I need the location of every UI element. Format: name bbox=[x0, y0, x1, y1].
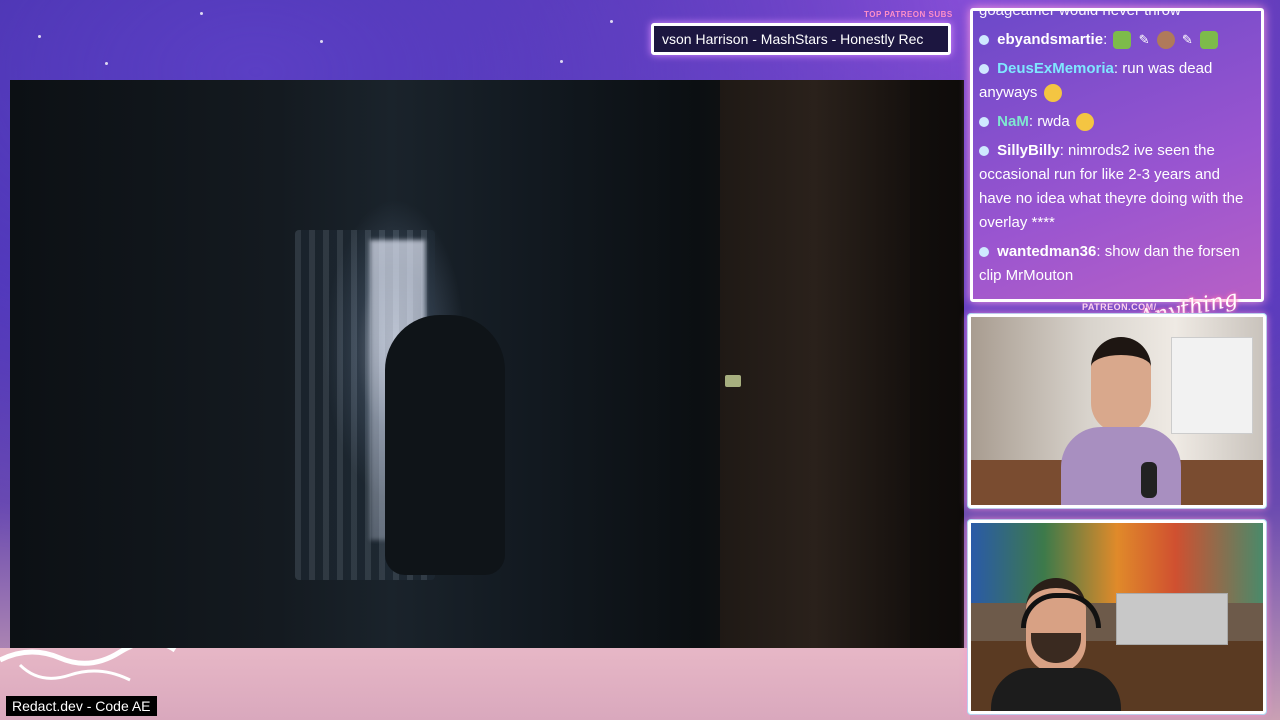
chat-message: DeusExMemoria: run was dead anyways bbox=[979, 60, 1213, 103]
video-scene-door bbox=[720, 80, 910, 648]
emote-icon bbox=[1043, 84, 1062, 103]
ticker-text: vson Harrison - MashStars - Honestly Rec bbox=[662, 31, 924, 47]
streamer-figure bbox=[1061, 337, 1181, 505]
emote-icon bbox=[1113, 31, 1132, 50]
chat-username[interactable]: NaM bbox=[997, 113, 1029, 130]
chat-username[interactable]: DeusExMemoria bbox=[997, 60, 1114, 77]
chat-panel: goageamer would never throw ebyandsmarti… bbox=[970, 8, 1264, 302]
main-video-feed[interactable] bbox=[10, 80, 964, 648]
streamer-head bbox=[1091, 337, 1151, 433]
chat-message: ebyandsmartie: ✎ ✎ bbox=[973, 28, 1261, 52]
background-star bbox=[105, 62, 108, 65]
background-star bbox=[610, 20, 613, 23]
webcam-table bbox=[1116, 593, 1228, 645]
chat-message: NaM: rwda bbox=[973, 110, 1261, 134]
chat-bullet-icon bbox=[979, 35, 989, 46]
chat-bullet-icon bbox=[979, 146, 989, 157]
background-star bbox=[320, 40, 323, 43]
microphone-icon bbox=[1141, 462, 1157, 498]
chat-username[interactable]: SillyBilly bbox=[997, 142, 1060, 159]
chat-username[interactable]: ebyandsmartie bbox=[997, 31, 1103, 48]
webcam-bottom bbox=[968, 520, 1266, 714]
pencil-icon: ✎ bbox=[1138, 32, 1150, 47]
chat-bullet-icon bbox=[979, 247, 989, 258]
chat-username[interactable]: wantedman36 bbox=[997, 243, 1096, 260]
webcam-dresser bbox=[1171, 337, 1253, 434]
background-star bbox=[560, 60, 563, 63]
chat-partial-line: goageamer would never throw bbox=[973, 8, 1261, 23]
ticker-label: TOP PATREON SUBS bbox=[864, 10, 953, 19]
chat-message: SillyBilly: nimrods2 ive seen the occasi… bbox=[979, 142, 1244, 231]
chat-bullet-icon bbox=[979, 64, 989, 75]
chat-message: wantedman36: show dan the forsen clip Mr… bbox=[979, 243, 1240, 284]
emote-icon bbox=[1199, 31, 1218, 50]
cohost-figure bbox=[991, 578, 1121, 711]
sponsor-label: Redact.dev - Code AE bbox=[6, 696, 157, 716]
chat-bullet-icon bbox=[979, 117, 989, 128]
patreon-ticker: vson Harrison - MashStars - Honestly Rec bbox=[651, 23, 951, 55]
streamer-shirt bbox=[1061, 427, 1181, 505]
chat-text: rwda bbox=[1037, 113, 1070, 130]
video-scene-figure bbox=[385, 315, 505, 575]
webcam-top bbox=[968, 314, 1266, 508]
chat-partial-text: goageamer would never throw bbox=[979, 8, 1181, 19]
emote-icon bbox=[1075, 113, 1094, 132]
background-star bbox=[200, 12, 203, 15]
cohost-shirt bbox=[991, 668, 1121, 711]
emote-icon bbox=[1156, 31, 1175, 50]
pencil-icon: ✎ bbox=[1181, 32, 1193, 47]
floor-crack-decoration bbox=[0, 640, 177, 682]
video-scene-light bbox=[725, 375, 741, 387]
background-star bbox=[38, 35, 41, 38]
